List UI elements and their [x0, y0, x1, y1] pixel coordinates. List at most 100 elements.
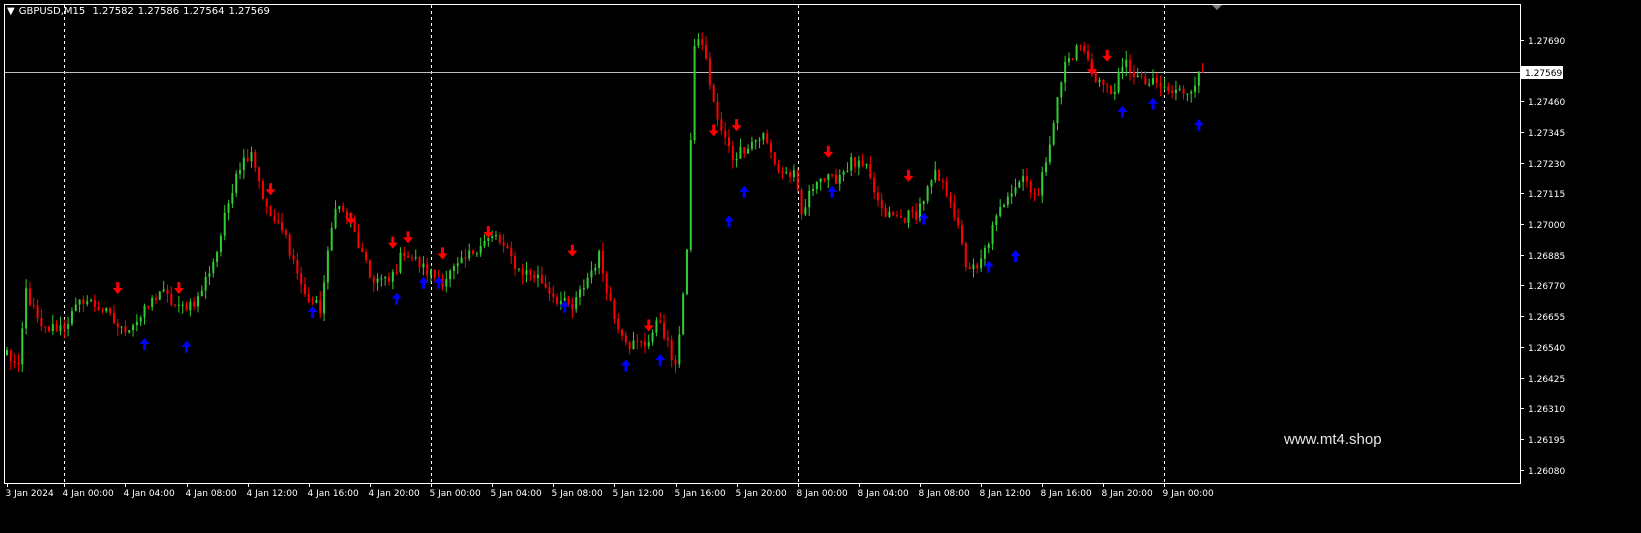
candle-body: [666, 338, 669, 341]
candle-body: [556, 296, 559, 304]
candle-body: [506, 245, 509, 248]
candle-body: [548, 287, 551, 294]
candle-body: [456, 263, 459, 267]
candle-body: [399, 252, 402, 273]
candle-body: [223, 212, 226, 236]
candle-body: [36, 305, 39, 319]
candle-body: [739, 146, 742, 159]
price-tag-label: 1.27569: [1525, 69, 1562, 79]
time-tick-label: 4 Jan 00:00: [63, 489, 115, 499]
candle-body: [1106, 84, 1109, 86]
candle-body: [1064, 61, 1067, 83]
candle-body: [32, 305, 35, 307]
candle-body: [655, 320, 658, 333]
candle-body: [628, 342, 631, 350]
time-tick-label: 8 Jan 12:00: [980, 489, 1032, 499]
candle-body: [1121, 67, 1124, 72]
candle-body: [6, 350, 8, 356]
candle-body: [311, 302, 314, 304]
candle-body: [116, 323, 119, 328]
candle-body: [632, 340, 635, 350]
candle-body: [189, 301, 192, 311]
candle-body: [239, 170, 242, 174]
candle-body: [124, 326, 127, 333]
candle-body: [1067, 58, 1070, 62]
candle-body: [28, 288, 31, 306]
candle-body: [21, 328, 24, 365]
candle-body: [842, 171, 845, 175]
candle-body: [976, 264, 979, 269]
candle-body: [586, 277, 589, 288]
header-dropdown-icon[interactable]: ▼: [7, 6, 15, 17]
candle-body: [552, 293, 555, 297]
buy-arrow-icon: [739, 185, 750, 198]
chart-header: ▼ GBPUSD,M15 1.27582 1.27586 1.27564 1.27569: [7, 6, 274, 17]
candle-body: [143, 305, 146, 318]
candle-body: [269, 206, 272, 217]
candle-body: [571, 304, 574, 310]
candle-body: [1136, 75, 1139, 78]
candle-body: [712, 85, 715, 103]
candle-body: [227, 203, 230, 213]
candle-body: [403, 252, 406, 257]
candle-body: [536, 274, 539, 279]
candle-body: [166, 289, 169, 294]
candle-body: [1029, 181, 1032, 193]
candle-body: [865, 164, 868, 166]
candle-body: [980, 258, 983, 269]
candle-body: [1201, 71, 1204, 73]
candle-body: [605, 273, 608, 294]
candle-body: [452, 266, 455, 271]
sell-arrow-icon: [265, 183, 276, 196]
candle-body: [609, 293, 612, 301]
buy-arrow-icon: [655, 354, 666, 367]
candle-body: [1075, 45, 1078, 60]
buy-arrow-icon: [1193, 119, 1204, 132]
buy-arrow-icon: [1117, 105, 1128, 118]
buy-arrow-icon: [620, 359, 631, 372]
chart-frame: [4, 4, 1521, 484]
candle-body: [231, 192, 234, 204]
sell-arrow-icon: [708, 124, 719, 137]
candle-body: [789, 172, 792, 178]
candle-body: [475, 253, 478, 255]
price-tick-label: 1.26770: [1528, 282, 1565, 292]
candle-body: [869, 164, 872, 178]
candle-body: [758, 139, 761, 141]
candle-body: [808, 190, 811, 208]
candle-body: [559, 300, 562, 304]
candle-body: [529, 270, 532, 275]
candle-body: [647, 341, 650, 347]
candle-body: [884, 208, 887, 217]
candle-body: [90, 299, 93, 302]
candle-body: [132, 325, 135, 331]
candle-body: [701, 39, 704, 45]
candle-body: [621, 329, 624, 336]
candle-body: [892, 211, 895, 216]
candle-body: [307, 293, 310, 303]
sell-arrow-icon: [1102, 49, 1113, 62]
candle-body: [120, 326, 123, 328]
candle-body: [86, 301, 89, 304]
high-value: 1.27586: [137, 6, 180, 17]
candle-body: [999, 207, 1002, 216]
candle-body: [288, 234, 291, 256]
candle-body: [624, 335, 627, 343]
candle-body: [1033, 192, 1036, 195]
price-tick-label: 1.27460: [1528, 98, 1565, 108]
candle-body: [1102, 79, 1105, 85]
candle-body: [838, 174, 841, 184]
price-tick-label: 1.26540: [1528, 344, 1565, 354]
chart-shift-marker-icon[interactable]: [1212, 5, 1222, 10]
candle-body: [854, 157, 857, 168]
candle-body: [743, 146, 746, 154]
candle-body: [70, 310, 73, 324]
price-chart[interactable]: 1.27690 1.27460 1.27345 1.27230 1.27115 1.270…: [0, 0, 1641, 529]
candle-body: [93, 299, 96, 307]
chart-area[interactable]: 1.27690 1.27460 1.27345 1.27230 1.27115 1.270…: [0, 0, 1641, 529]
candle-body: [1194, 85, 1197, 92]
candle-body: [315, 300, 318, 303]
candle-body: [678, 334, 681, 365]
candle-body: [995, 215, 998, 225]
candle-body: [643, 341, 646, 347]
